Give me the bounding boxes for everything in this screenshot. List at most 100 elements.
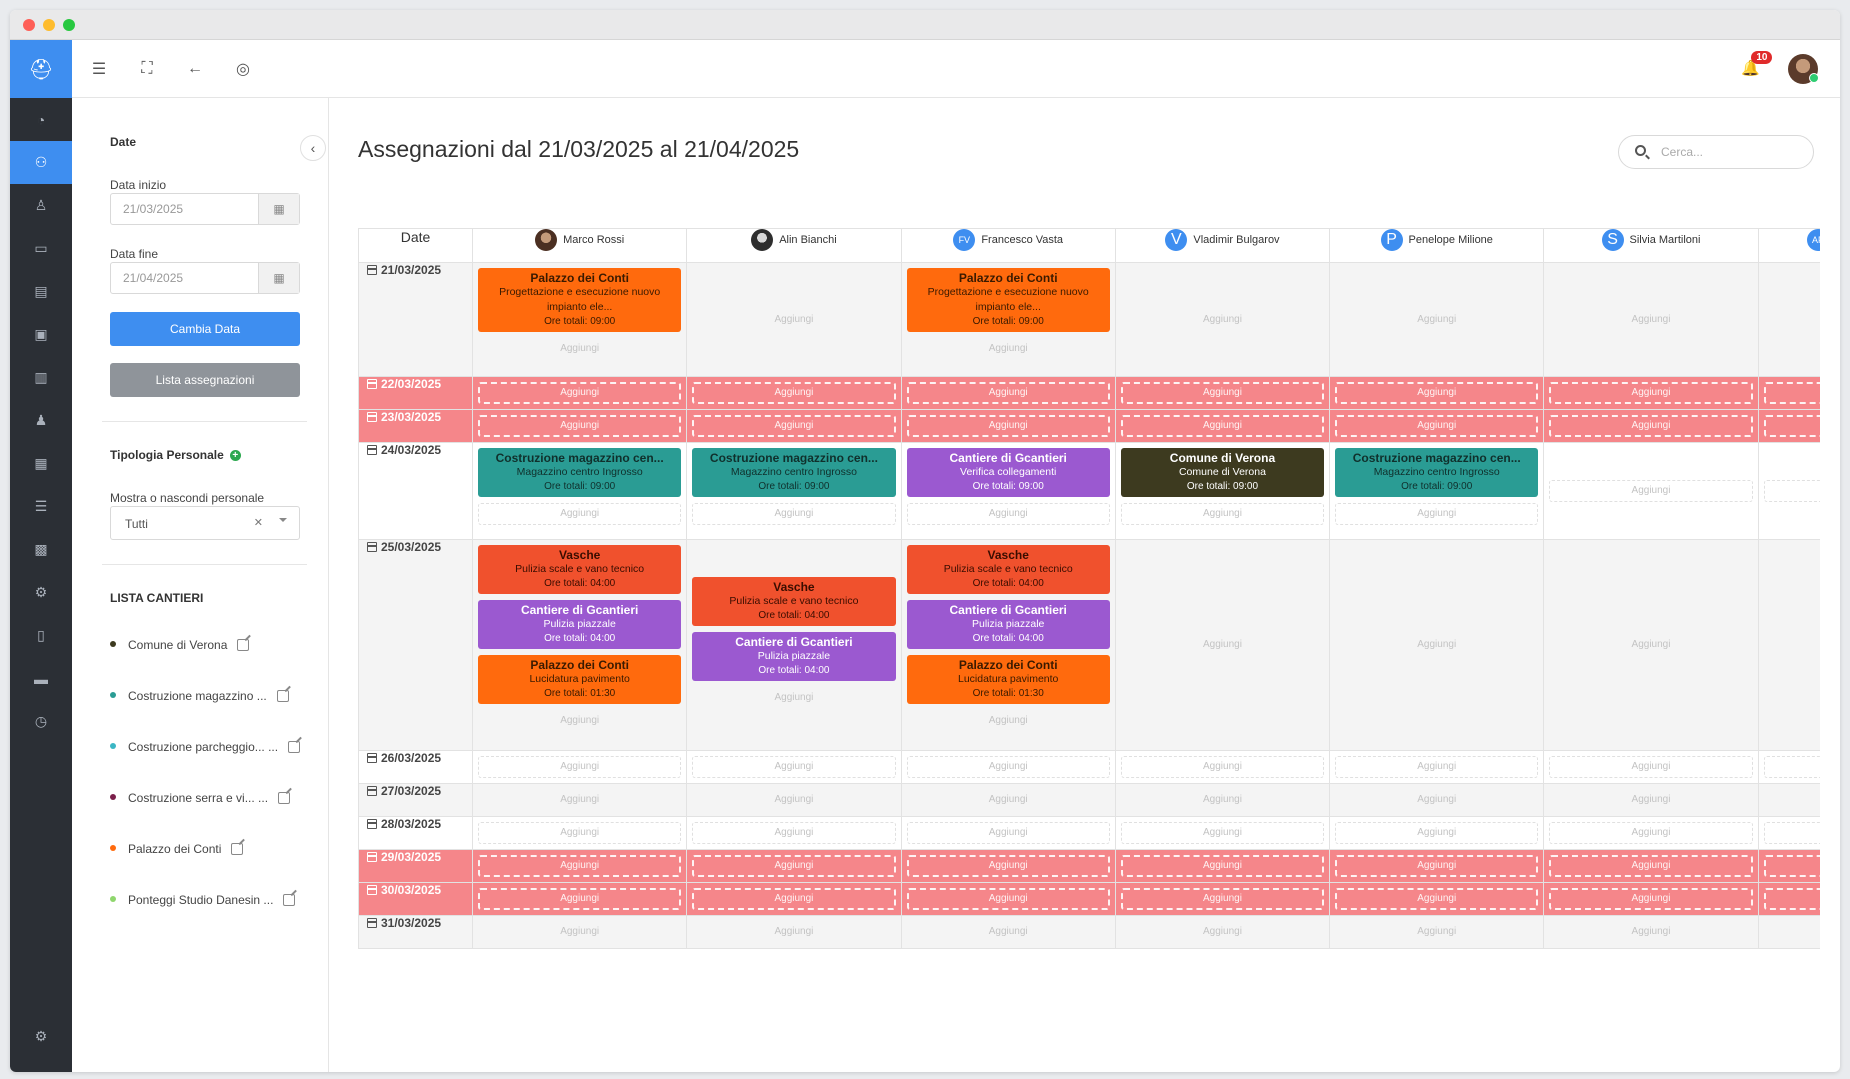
add-assignment-button[interactable]: Aggiungi: [478, 921, 681, 943]
edit-icon[interactable]: [288, 741, 301, 753]
add-assignment-button[interactable]: Aggiungi: [692, 756, 896, 778]
add-assignment-button[interactable]: Aggiungi: [1335, 382, 1539, 404]
add-assignment-button[interactable]: Aggiungi: [906, 503, 1110, 525]
close-window-button[interactable]: [23, 19, 35, 31]
add-assignment-button[interactable]: Aggiungi: [1763, 382, 1820, 404]
add-assignment-button[interactable]: Aggiungi: [1549, 415, 1753, 437]
add-assignment-button[interactable]: Aggiungi: [1764, 789, 1820, 811]
assignment-card[interactable]: Cantiere di Gcantieri Pulizia piazzale Ore…: [478, 600, 682, 649]
add-staff-type-icon[interactable]: +: [229, 450, 241, 461]
globe-icon[interactable]: ◎: [222, 59, 264, 79]
assignment-card[interactable]: Vasche Pulizia scale e vano tecnico Ore to…: [906, 545, 1110, 594]
add-assignment-button[interactable]: Aggiungi: [1330, 639, 1543, 650]
add-assignment-button[interactable]: Aggiungi: [1120, 382, 1325, 404]
dashboard-icon[interactable]: ◔: [10, 98, 72, 141]
site-item[interactable]: Costruzione serra e vi... ...: [110, 791, 291, 805]
add-assignment-button[interactable]: Aggiungi: [1759, 314, 1820, 325]
add-assignment-button[interactable]: Aggiungi: [906, 382, 1110, 404]
site-item[interactable]: Ponteggi Studio Danesin ...: [110, 893, 296, 907]
assignment-card[interactable]: Palazzo dei Conti Lucidatura pavimento Ore…: [906, 655, 1110, 704]
add-assignment-button[interactable]: Aggiungi: [1120, 888, 1325, 910]
add-assignment-button[interactable]: Aggiungi: [1549, 756, 1753, 778]
assignment-list-button[interactable]: Lista assegnazioni: [110, 363, 300, 397]
search-input[interactable]: Cerca...: [1618, 135, 1814, 169]
edit-icon[interactable]: [278, 792, 291, 804]
add-assignment-button[interactable]: Aggiungi: [1759, 639, 1820, 650]
add-assignment-button[interactable]: Aggiungi: [1544, 314, 1757, 325]
add-assignment-button[interactable]: Aggiungi: [1544, 639, 1757, 650]
report-icon[interactable]: ▣: [10, 313, 72, 356]
add-assignment-button[interactable]: Aggiungi: [1335, 503, 1539, 525]
add-assignment-button[interactable]: Aggiungi: [1116, 314, 1329, 325]
add-assignment-button[interactable]: Aggiungi: [1549, 888, 1753, 910]
add-assignment-button[interactable]: Aggiungi: [1763, 888, 1820, 910]
staff-filter-select[interactable]: Tutti ✕: [110, 506, 300, 540]
change-date-button[interactable]: Cambia Data: [110, 312, 300, 346]
end-date-field[interactable]: 21/04/2025 ▦: [110, 262, 300, 294]
add-assignment-button[interactable]: Aggiungi: [1763, 855, 1820, 877]
add-assignment-button[interactable]: Aggiungi: [692, 415, 896, 437]
add-assignment-button[interactable]: Aggiungi: [1120, 756, 1325, 778]
add-assignment-button[interactable]: Aggiungi: [478, 415, 682, 437]
add-assignment-button[interactable]: Aggiungi: [478, 789, 681, 811]
add-assignment-button[interactable]: Aggiungi: [1120, 415, 1325, 437]
add-assignment-button[interactable]: Aggiungi: [906, 822, 1110, 844]
edit-icon[interactable]: [237, 639, 250, 651]
menu-icon[interactable]: ☰: [78, 59, 120, 79]
add-assignment-button[interactable]: Aggiungi: [478, 888, 682, 910]
add-assignment-button[interactable]: Aggiungi: [906, 888, 1110, 910]
assignments-icon[interactable]: ⚇: [10, 141, 72, 184]
add-assignment-button[interactable]: Aggiungi: [1549, 855, 1753, 877]
app-logo-icon[interactable]: ⛑: [10, 40, 72, 98]
edit-icon[interactable]: [276, 690, 289, 702]
add-assignment-button[interactable]: Aggiungi: [906, 756, 1110, 778]
equipment-icon[interactable]: ⚙: [10, 571, 72, 614]
archive-icon[interactable]: ▥: [10, 356, 72, 399]
add-assignment-button[interactable]: Aggiungi: [1763, 822, 1820, 844]
add-assignment-button[interactable]: Aggiungi: [1120, 822, 1325, 844]
site-item[interactable]: Costruzione magazzino ...: [110, 689, 289, 703]
clear-icon[interactable]: ✕: [254, 516, 263, 529]
add-assignment-button[interactable]: Aggiungi: [1763, 415, 1820, 437]
add-assignment-button[interactable]: Aggiungi: [1763, 480, 1820, 502]
edit-icon[interactable]: [283, 894, 296, 906]
add-assignment-button[interactable]: Aggiungi: [478, 855, 682, 877]
add-assignment-button[interactable]: Aggiungi: [1335, 888, 1539, 910]
add-assignment-button[interactable]: Aggiungi: [478, 503, 682, 525]
add-assignment-button[interactable]: Aggiungi: [1335, 415, 1539, 437]
add-assignment-button[interactable]: Aggiungi: [692, 822, 896, 844]
assignment-card[interactable]: Costruzione magazzino cen... Magazzino ce…: [692, 448, 896, 497]
add-assignment-button[interactable]: Aggiungi: [907, 921, 1110, 943]
assignment-card[interactable]: Cantiere di Gcantieri Verifica collegamen…: [906, 448, 1110, 497]
assignment-card[interactable]: Palazzo dei Conti Progettazione e esecuzi…: [478, 268, 682, 332]
assignment-card[interactable]: Cantiere di Gcantieri Pulizia piazzale Ore…: [906, 600, 1110, 649]
document-icon[interactable]: ▤: [10, 270, 72, 313]
add-assignment-button[interactable]: Aggiungi: [1335, 789, 1538, 811]
add-assignment-button[interactable]: Aggiungi: [692, 687, 895, 709]
add-assignment-button[interactable]: Aggiungi: [1335, 756, 1539, 778]
add-assignment-button[interactable]: Aggiungi: [1330, 314, 1543, 325]
edit-icon[interactable]: [231, 843, 244, 855]
add-assignment-button[interactable]: Aggiungi: [1549, 822, 1753, 844]
assignment-card[interactable]: Costruzione magazzino cen... Magazzino ce…: [1335, 448, 1539, 497]
add-assignment-button[interactable]: Aggiungi: [1549, 480, 1753, 502]
vehicle-icon[interactable]: ▩: [10, 528, 72, 571]
add-assignment-button[interactable]: Aggiungi: [1549, 382, 1753, 404]
add-assignment-button[interactable]: Aggiungi: [692, 503, 896, 525]
settings-icon[interactable]: ⚙: [10, 1015, 72, 1058]
site-item[interactable]: Costruzione parcheggio... ...: [110, 740, 301, 754]
add-assignment-button[interactable]: Aggiungi: [906, 415, 1110, 437]
add-assignment-button[interactable]: Aggiungi: [1335, 855, 1539, 877]
minimize-window-button[interactable]: [43, 19, 55, 31]
add-assignment-button[interactable]: Aggiungi: [687, 314, 900, 325]
worker-icon[interactable]: ♙: [10, 184, 72, 227]
add-assignment-button[interactable]: Aggiungi: [1549, 921, 1752, 943]
user-icon[interactable]: ♟: [10, 399, 72, 442]
notification-bell-icon[interactable]: 🔔 10: [1741, 51, 1773, 77]
add-assignment-button[interactable]: Aggiungi: [1120, 503, 1325, 525]
calendar-icon[interactable]: ▦: [258, 263, 299, 293]
maximize-window-button[interactable]: [63, 19, 75, 31]
add-assignment-button[interactable]: Aggiungi: [907, 338, 1110, 360]
collapse-sidebar-button[interactable]: ‹: [300, 135, 326, 161]
add-assignment-button[interactable]: Aggiungi: [1549, 789, 1752, 811]
